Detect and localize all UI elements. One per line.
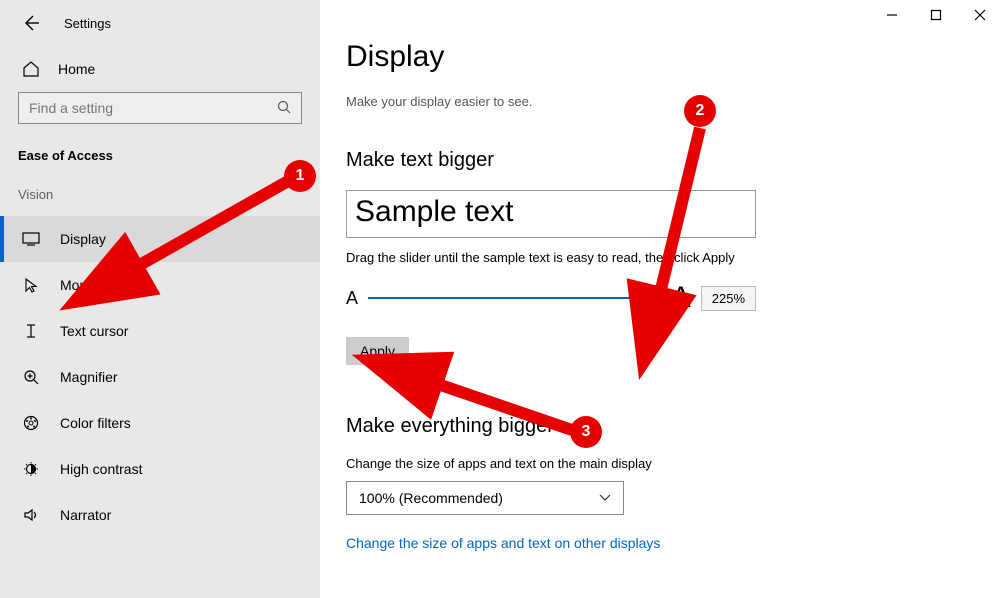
sidebar-item-label: High contrast: [60, 461, 142, 477]
slider-min-icon: A: [346, 288, 358, 309]
magnifier-icon: [22, 369, 40, 385]
close-button[interactable]: [972, 8, 988, 24]
scale-dropdown[interactable]: 100% (Recommended): [346, 481, 624, 515]
mouse-pointer-icon: [22, 277, 40, 293]
color-filters-icon: [22, 415, 40, 431]
chevron-down-icon: [599, 491, 611, 505]
category-title: Ease of Access: [18, 142, 302, 187]
sidebar-item-high-contrast[interactable]: High contrast: [0, 446, 320, 492]
annotation-badge-2: 2: [684, 95, 716, 127]
text-size-slider[interactable]: [368, 297, 657, 299]
sidebar-item-label: Narrator: [60, 507, 111, 523]
sidebar-item-label: Display: [60, 231, 106, 247]
slider-max-icon: A: [671, 281, 691, 315]
settings-label: Settings: [64, 16, 111, 31]
slider-value: 225%: [701, 286, 756, 311]
sidebar-item-narrator[interactable]: Narrator: [0, 492, 320, 538]
sidebar: Settings Home Ease of Access Vision: [0, 0, 320, 598]
sidebar-item-label: Magnifier: [60, 369, 118, 385]
other-displays-link[interactable]: Change the size of apps and text on othe…: [346, 535, 998, 551]
sample-text-box: Sample text: [346, 190, 756, 238]
slider-instruction: Drag the slider until the sample text is…: [346, 250, 998, 265]
page-subtitle: Make your display easier to see.: [346, 94, 998, 109]
section-make-everything-bigger: Make everything bigger: [346, 415, 998, 438]
annotation-badge-1: 1: [284, 160, 316, 192]
search-field[interactable]: [29, 100, 269, 116]
sidebar-item-color-filters[interactable]: Color filters: [0, 400, 320, 446]
group-label: Vision: [18, 187, 302, 216]
window-controls: [884, 8, 988, 24]
text-cursor-icon: [22, 323, 40, 339]
apply-button[interactable]: Apply: [346, 337, 409, 365]
dropdown-value: 100% (Recommended): [359, 490, 503, 506]
sample-text: Sample text: [355, 195, 747, 229]
home-label: Home: [58, 61, 95, 77]
back-icon[interactable]: [22, 14, 40, 32]
sidebar-item-mouse-pointer[interactable]: Mouse pointer: [0, 262, 320, 308]
sidebar-item-label: Text cursor: [60, 323, 128, 339]
sidebar-item-label: Mouse pointer: [60, 277, 149, 293]
display-icon: [22, 232, 40, 246]
high-contrast-icon: [22, 461, 40, 477]
search-input[interactable]: [18, 92, 302, 124]
sidebar-item-display[interactable]: Display: [0, 216, 320, 262]
main-panel: Display Make your display easier to see.…: [320, 0, 998, 598]
annotation-badge-3: 3: [570, 416, 602, 448]
sidebar-item-label: Color filters: [60, 415, 131, 431]
section-make-text-bigger: Make text bigger: [346, 149, 998, 172]
scale-description: Change the size of apps and text on the …: [346, 456, 998, 471]
search-icon: [277, 100, 291, 117]
minimize-button[interactable]: [884, 8, 900, 24]
sidebar-item-text-cursor[interactable]: Text cursor: [0, 308, 320, 354]
slider-thumb[interactable]: [653, 288, 661, 308]
maximize-button[interactable]: [928, 8, 944, 24]
sidebar-item-home[interactable]: Home: [18, 50, 302, 92]
page-title: Display: [346, 40, 998, 74]
narrator-icon: [22, 507, 40, 523]
home-icon: [22, 60, 40, 78]
sidebar-item-magnifier[interactable]: Magnifier: [0, 354, 320, 400]
